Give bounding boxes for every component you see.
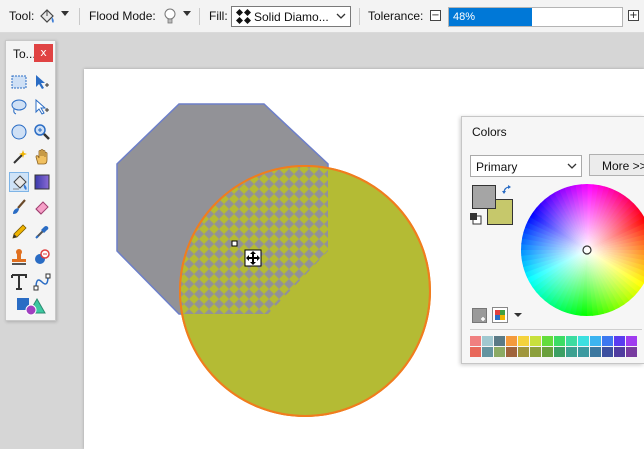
palette-swatch[interactable]: [494, 336, 505, 346]
toolbar-separator: [79, 8, 80, 25]
colors-panel-title: Colors: [472, 125, 507, 139]
add-to-palette-button[interactable]: [472, 308, 487, 323]
toolbar-separator: [199, 8, 200, 25]
chevron-down-icon: [336, 10, 346, 25]
reset-colors-icon[interactable]: [470, 213, 482, 228]
shapes-icon[interactable]: [14, 295, 48, 317]
lasso-select-icon[interactable]: [9, 97, 29, 117]
tools-panel-close-button[interactable]: x: [34, 44, 53, 62]
palette-swatch[interactable]: [590, 336, 601, 346]
paint-bucket-icon[interactable]: [9, 172, 29, 192]
palette-swatch[interactable]: [470, 336, 481, 346]
gradient-icon[interactable]: [32, 172, 52, 192]
color-wheel[interactable]: [520, 183, 644, 320]
palette-swatch[interactable]: [614, 347, 625, 357]
palette-swatch[interactable]: [626, 336, 637, 346]
flood-mode-label: Flood Mode:: [89, 9, 156, 23]
palette-swatch[interactable]: [518, 336, 529, 346]
tolerance-label: Tolerance:: [368, 9, 424, 23]
palette-swatch[interactable]: [494, 347, 505, 357]
palette-swatch[interactable]: [590, 347, 601, 357]
palette-swatch[interactable]: [602, 347, 613, 357]
tool-options-toolbar: Tool: Flood Mode: Fill: Solid Diamo... T…: [0, 0, 644, 33]
fill-style-value: Solid Diamo...: [254, 10, 329, 24]
palette-swatch[interactable]: [542, 336, 553, 346]
more-button-label: More >>: [602, 159, 644, 173]
diamond-pattern-icon: [236, 9, 251, 27]
swap-colors-icon[interactable]: [502, 184, 512, 198]
toolbar-separator: [359, 8, 360, 25]
palette-divider: [470, 329, 642, 330]
recolor-icon[interactable]: [32, 247, 52, 267]
palette-swatch[interactable]: [602, 336, 613, 346]
clone-stamp-icon[interactable]: [9, 247, 29, 267]
line-curve-icon[interactable]: [32, 272, 52, 292]
palette-swatch[interactable]: [566, 336, 577, 346]
tolerance-slider[interactable]: 48%: [448, 7, 623, 27]
color-picker-icon[interactable]: [32, 222, 52, 242]
pencil-icon[interactable]: [9, 222, 29, 242]
zoom-icon[interactable]: [32, 122, 52, 142]
color-mode-select[interactable]: Primary: [470, 155, 582, 177]
magic-wand-icon[interactable]: [9, 147, 29, 167]
rectangle-select-icon[interactable]: [9, 72, 29, 92]
fill-label: Fill:: [209, 9, 228, 23]
tool-label: Tool:: [9, 9, 35, 23]
chevron-down-icon: [567, 160, 577, 175]
tolerance-value: 48%: [453, 11, 476, 23]
palette-swatch[interactable]: [530, 347, 541, 357]
tolerance-decrease-button[interactable]: −: [430, 10, 441, 21]
color-mode-value: Primary: [476, 160, 518, 174]
move-cursor-icon: [244, 249, 262, 267]
palette-swatch[interactable]: [566, 347, 577, 357]
text-icon[interactable]: [9, 272, 29, 292]
primary-color-swatch[interactable]: [472, 185, 496, 209]
more-button[interactable]: More >>: [589, 154, 644, 176]
flood-mode-dropdown-caret[interactable]: [183, 11, 191, 16]
palette-swatch[interactable]: [542, 347, 553, 357]
palette-swatch[interactable]: [614, 336, 625, 346]
eraser-icon[interactable]: [32, 197, 52, 217]
fill-style-select[interactable]: Solid Diamo...: [231, 6, 351, 27]
palette-swatch[interactable]: [482, 347, 493, 357]
move-selection-icon[interactable]: [32, 72, 52, 92]
paintbrush-icon[interactable]: [9, 197, 29, 217]
palette-swatch[interactable]: [482, 336, 493, 346]
palette-swatch[interactable]: [530, 336, 541, 346]
pan-icon[interactable]: [32, 147, 52, 167]
palette-menu-icon[interactable]: [492, 307, 508, 323]
palette-swatch[interactable]: [578, 336, 589, 346]
tool-dropdown-caret[interactable]: [61, 11, 69, 16]
palette-swatch[interactable]: [518, 347, 529, 357]
tolerance-increase-button[interactable]: +: [628, 10, 639, 21]
palette-swatch[interactable]: [470, 347, 481, 357]
palette-swatch[interactable]: [506, 336, 517, 346]
move-selected-icon[interactable]: [32, 97, 52, 117]
palette-swatch[interactable]: [626, 347, 637, 357]
palette-dropdown-caret[interactable]: [514, 313, 522, 317]
ellipse-select-icon[interactable]: [9, 122, 29, 142]
palette-swatch[interactable]: [554, 347, 565, 357]
palette-swatch[interactable]: [506, 347, 517, 357]
paint-bucket-icon[interactable]: [37, 7, 57, 30]
selection-handle: [231, 240, 238, 247]
tools-panel-title: To...: [13, 47, 36, 61]
palette-swatch[interactable]: [578, 347, 589, 357]
tools-panel[interactable]: To... x: [5, 40, 56, 321]
colors-panel[interactable]: Colors Primary More >>: [461, 116, 644, 364]
flood-mode-icon[interactable]: [162, 7, 178, 30]
palette-swatch[interactable]: [554, 336, 565, 346]
